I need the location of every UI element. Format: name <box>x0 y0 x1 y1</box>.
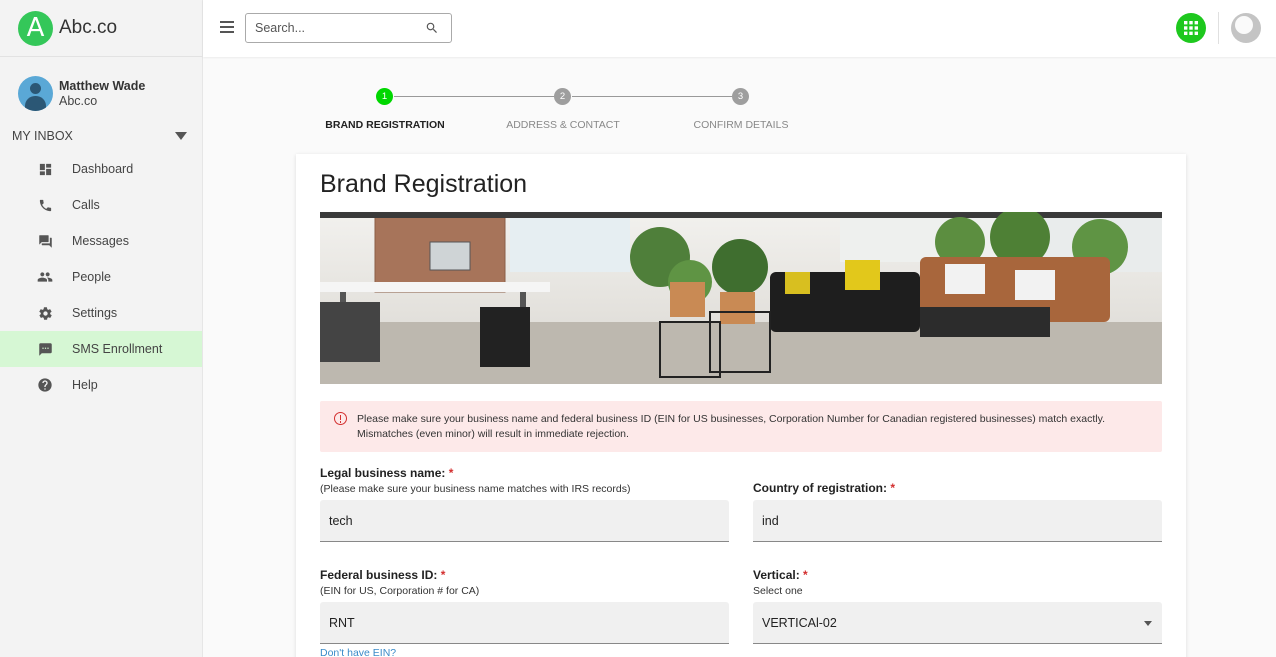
sidebar-item-sms-enrollment[interactable]: SMS Enrollment <box>0 331 202 367</box>
required-marker: * <box>440 568 446 582</box>
inbox-section-label: MY INBOX <box>12 129 73 143</box>
sidebar-item-label: Dashboard <box>72 162 134 176</box>
page-title: Brand Registration <box>320 170 528 198</box>
vertical-label: Vertical: * <box>753 568 808 582</box>
no-ein-link[interactable]: Don't have EIN? <box>320 647 396 657</box>
caret-down-icon[interactable] <box>175 132 187 140</box>
brand-logo[interactable]: A <box>18 10 53 46</box>
brand-header[interactable]: A Abc.co <box>0 0 202 57</box>
vertical-hint: Select one <box>753 585 803 597</box>
phone-icon <box>37 197 53 213</box>
step-2-indicator[interactable]: 2 <box>554 88 571 105</box>
brand-registration-card: Brand Registration Please make sure your… <box>296 154 1186 657</box>
sidebar: A Abc.co Matthew Wade Abc.co MY INBOX Da… <box>0 0 203 657</box>
apps-grid-icon <box>1184 21 1198 35</box>
legal-name-label-text: Legal business name: <box>320 466 446 480</box>
federal-id-hint: (EIN for US, Corporation # for CA) <box>320 585 480 597</box>
top-bar <box>203 0 1276 57</box>
user-name: Matthew Wade <box>59 78 146 93</box>
step-3-label[interactable]: CONFIRM DETAILS <box>694 119 789 131</box>
gear-icon <box>37 305 53 321</box>
sidebar-item-label: Messages <box>72 234 129 248</box>
dashboard-icon <box>37 161 53 177</box>
country-label-text: Country of registration: <box>753 481 887 495</box>
alert-message: Please make sure your business name and … <box>357 413 1105 440</box>
sidebar-item-label: Help <box>72 378 98 392</box>
avatar[interactable] <box>18 75 53 111</box>
registration-stepper: 1 2 3 BRAND REGISTRATION ADDRESS & CONTA… <box>320 88 820 138</box>
help-icon <box>37 377 53 393</box>
federal-id-field[interactable] <box>320 602 729 644</box>
legal-name-hint: (Please make sure your business name mat… <box>320 483 631 495</box>
sidebar-item-settings[interactable]: Settings <box>0 295 202 331</box>
step-connector <box>572 96 732 97</box>
apps-grid-button[interactable] <box>1176 13 1206 43</box>
required-marker: * <box>890 481 896 495</box>
country-field[interactable] <box>753 500 1162 542</box>
people-icon <box>37 269 53 285</box>
sidebar-item-label: Calls <box>72 198 100 212</box>
user-org: Abc.co <box>59 93 98 108</box>
sidebar-item-people[interactable]: People <box>0 259 202 295</box>
legal-name-field[interactable] <box>320 500 729 542</box>
user-profile[interactable]: Matthew Wade Abc.co <box>0 57 202 117</box>
vertical-select-value[interactable] <box>753 602 1162 643</box>
vertical-label-text: Vertical: <box>753 568 800 582</box>
sidebar-item-messages[interactable]: Messages <box>0 223 202 259</box>
sidebar-item-label: SMS Enrollment <box>72 342 163 356</box>
step-2-label[interactable]: ADDRESS & CONTACT <box>506 119 620 131</box>
search-icon[interactable] <box>425 21 439 35</box>
federal-id-label-text: Federal business ID: <box>320 568 438 582</box>
step-3-indicator[interactable]: 3 <box>732 88 749 105</box>
chat-icon <box>37 233 53 249</box>
divider <box>1218 12 1219 44</box>
country-label: Country of registration: * <box>753 481 895 495</box>
inbox-section-toggle[interactable]: MY INBOX <box>0 121 202 151</box>
rejection-warning-alert: Please make sure your business name and … <box>320 401 1162 452</box>
sidebar-item-help[interactable]: Help <box>0 367 202 403</box>
sms-icon <box>37 341 53 357</box>
vertical-select[interactable] <box>753 602 1162 644</box>
office-hero-image <box>320 212 1162 384</box>
federal-id-input[interactable] <box>320 602 729 643</box>
hamburger-menu-icon[interactable] <box>220 21 234 33</box>
search-box[interactable] <box>245 13 452 43</box>
brand-name[interactable]: Abc.co <box>59 17 117 39</box>
federal-id-label: Federal business ID: * <box>320 568 445 582</box>
search-input[interactable] <box>246 14 416 42</box>
required-marker: * <box>803 568 808 582</box>
step-1-indicator[interactable]: 1 <box>376 88 393 105</box>
error-icon <box>334 412 347 425</box>
legal-name-label: Legal business name: * <box>320 466 453 480</box>
step-connector <box>394 96 554 97</box>
sidebar-item-dashboard[interactable]: Dashboard <box>0 151 202 187</box>
sidebar-item-calls[interactable]: Calls <box>0 187 202 223</box>
sidebar-item-label: People <box>72 270 111 284</box>
sidebar-item-label: Settings <box>72 306 118 320</box>
legal-name-input[interactable] <box>320 500 729 541</box>
country-input[interactable] <box>753 500 1162 541</box>
dark-mode-moon-icon[interactable] <box>1231 13 1261 43</box>
required-marker: * <box>448 466 454 480</box>
step-1-label[interactable]: BRAND REGISTRATION <box>325 119 444 131</box>
dropdown-arrow-icon[interactable] <box>1144 621 1152 626</box>
